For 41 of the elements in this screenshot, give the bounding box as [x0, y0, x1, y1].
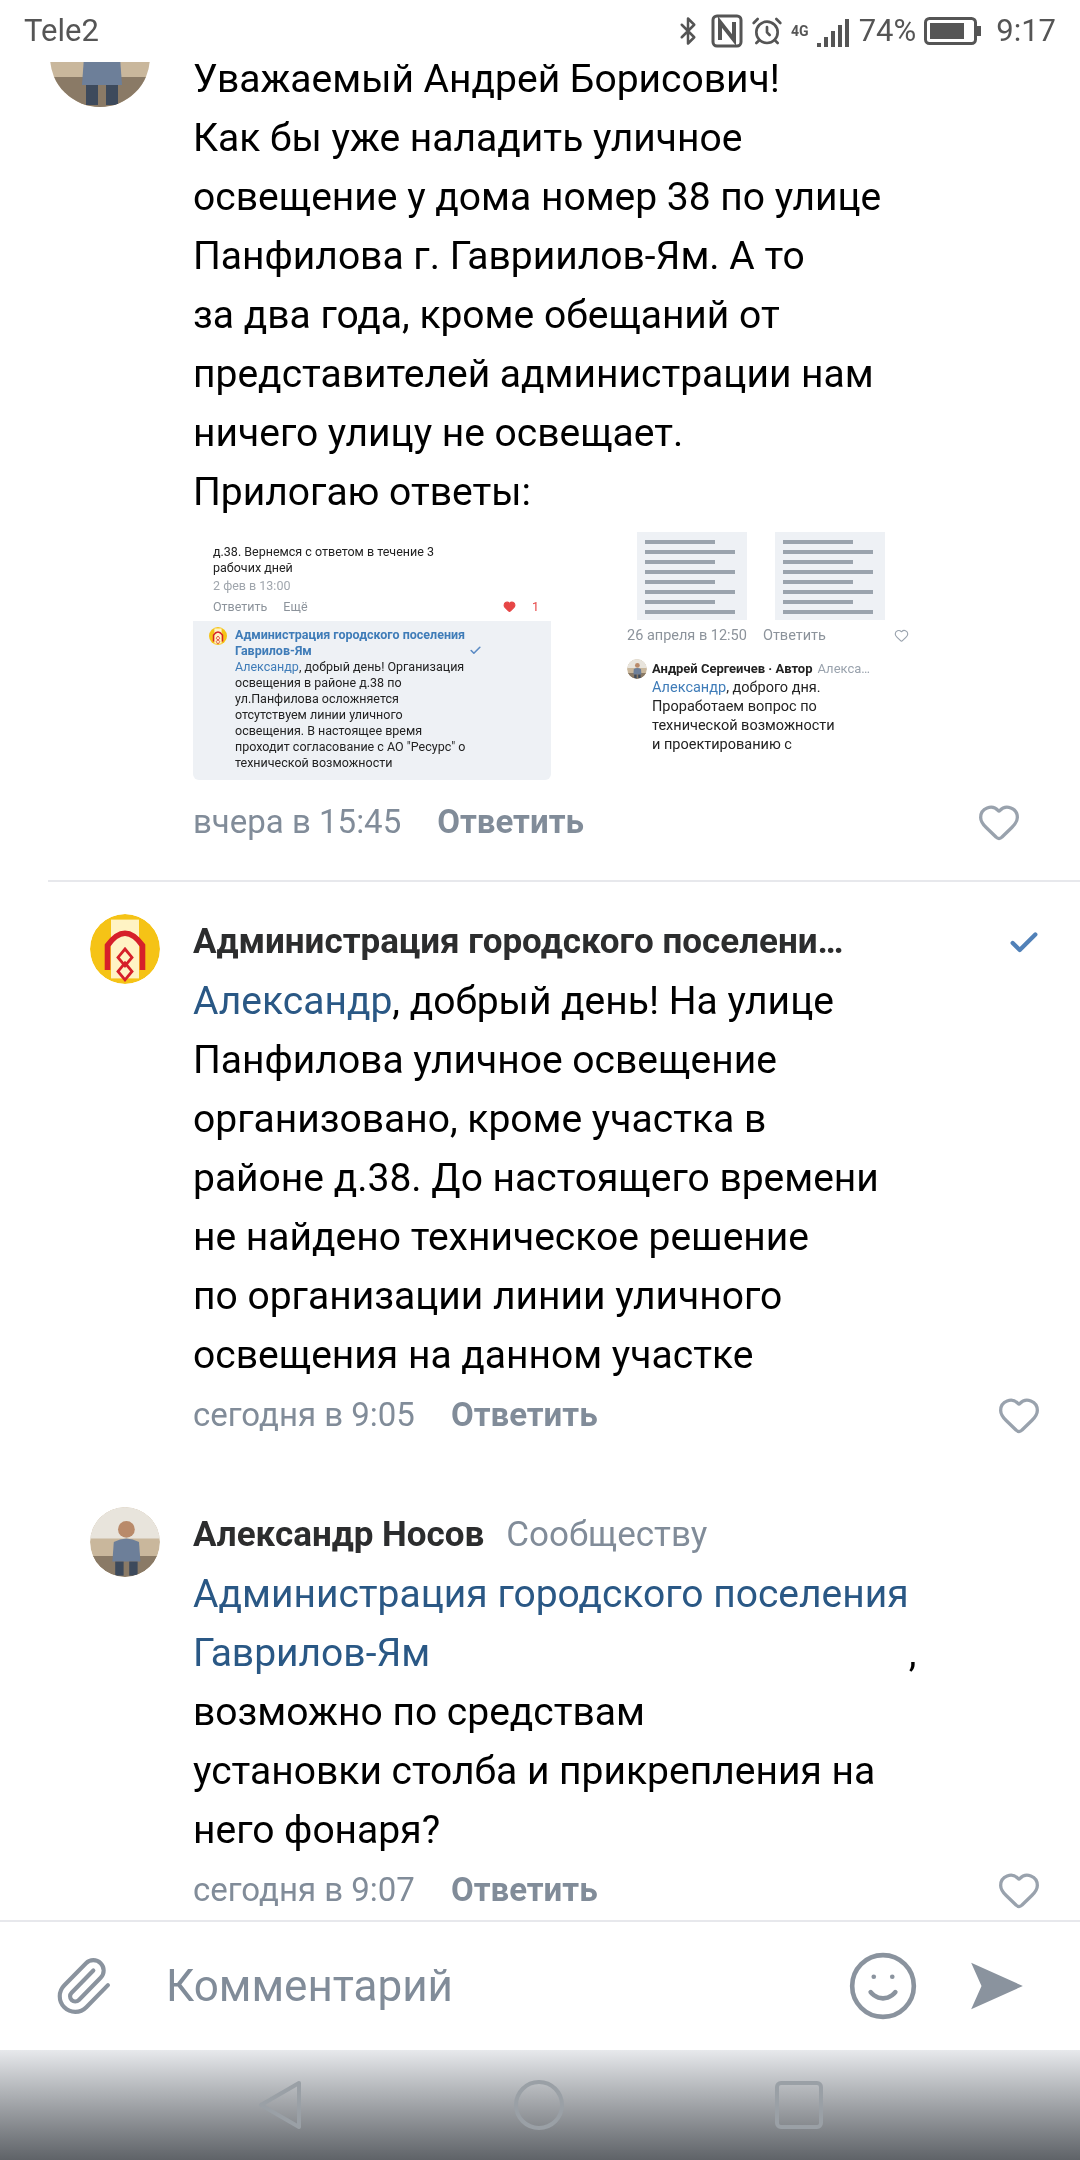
author-name[interactable]: Андрей Сергеичев · Автор	[652, 658, 813, 678]
recents-icon[interactable]	[775, 2081, 823, 2129]
addressee-name: Алекса…	[817, 659, 871, 678]
logo-icon	[209, 626, 227, 645]
comment-date: 26 апреля в 12:50	[627, 625, 747, 645]
comment-text: Александр, добрый день! На улице Панфилова уличное освещение организовано, кроме участка в районе д.38. До настоящего времени не найдено техническое решение по организации линии уличного освещения на данном участке	[193, 971, 1073, 1385]
mention-link[interactable]: Администрация городского поселения Гаврилов-Ям	[193, 1564, 909, 1683]
comment-time: сегодня в 9:05	[193, 1393, 415, 1436]
carrier-name: Tele2	[24, 10, 99, 51]
comment-text: Уважаемый Андрей Борисович! Как бы уже наладить уличное освещение у дома номер 38 по улице Панфилова г. Гавриилов-Ям. А то за два года, кроме обещаний от представителей администрации нам ничего улицу не освещает. Прилогаю ответы:	[193, 54, 883, 517]
more-link[interactable]: Ещё	[283, 598, 308, 615]
comment-date: 2 фев в 13:00	[213, 577, 292, 594]
reply-button[interactable]: Ответить	[450, 1389, 598, 1440]
addressee-name: Сообществу	[506, 1513, 708, 1558]
reply-link[interactable]: Ответить	[762, 625, 826, 645]
comment-time: сегодня в 9:07	[193, 1868, 415, 1911]
comment-text: Александр, добрый день! Организация освещения в районе д.38 по ул.Панфилова осложняется отсутствуем линии уличного освещения. В настоящее время проходит согласование с АО "Ресурс" о технической возможности	[235, 658, 467, 771]
mention-link[interactable]: Александр	[193, 971, 393, 1031]
author-name[interactable]: Администрация городского поселения Гаврилов-Ям	[235, 626, 466, 659]
comment-field[interactable]: Комментарий	[166, 1952, 846, 2019]
logo-icon	[90, 913, 160, 984]
clock: 9:17	[996, 10, 1056, 51]
network-type: 4G	[791, 23, 809, 38]
battery-icon	[924, 16, 983, 45]
author-name[interactable]: Александр Носов	[193, 1509, 485, 1562]
battery-percent: 74%	[858, 10, 917, 51]
mention-link[interactable]: Александр	[235, 658, 299, 674]
comment-text: Александр, доброго дня. Проработаем вопрос по технической возможности и проектированию с	[652, 677, 836, 754]
heart-icon[interactable]	[502, 600, 516, 614]
like-count: 1	[531, 598, 539, 615]
author-name[interactable]: Администрация городского поселени…	[193, 916, 844, 969]
comment-text: Администрация городского поселения Гаврилов-Ям , возможно по средствам установки столба и прикрепления на него фонаря?	[193, 1564, 1073, 1860]
reply-button[interactable]: Ответить	[450, 1864, 598, 1915]
home-icon[interactable]	[513, 2079, 565, 2131]
reply-link[interactable]: Ответить	[213, 598, 268, 615]
comment-text: д.38. Вернемся с ответом в течение 3 рабочих дней	[213, 543, 435, 576]
comment-time: вчера в 15:45	[193, 800, 402, 843]
reply-button[interactable]: Ответить	[437, 796, 584, 847]
heart-icon[interactable]	[894, 627, 909, 643]
back-icon[interactable]	[257, 2079, 303, 2131]
nfc-icon	[711, 13, 744, 48]
